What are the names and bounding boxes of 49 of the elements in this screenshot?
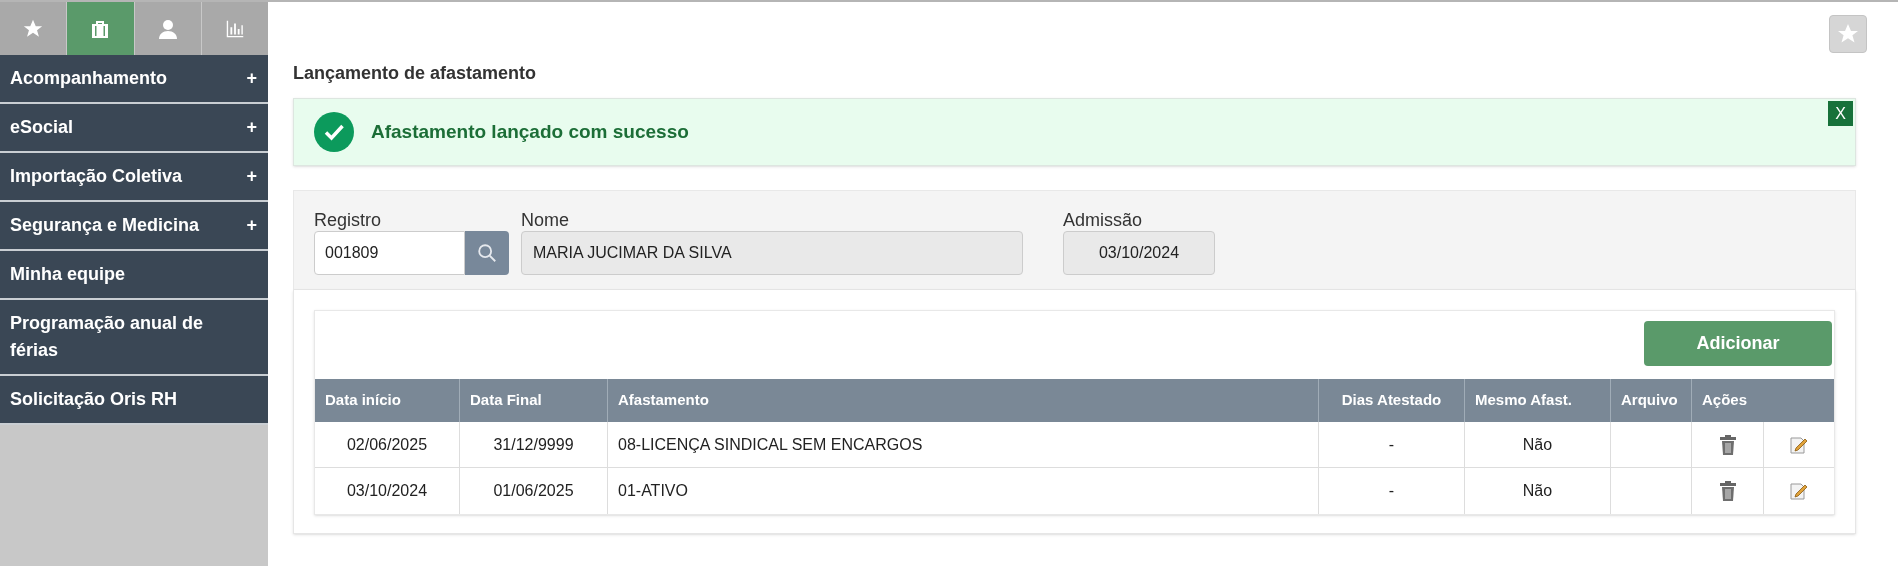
registro-field[interactable]: 001809 <box>314 231 465 275</box>
expand-icon: + <box>246 65 258 92</box>
sidebar-tab[interactable] <box>134 2 201 55</box>
table-cell: 08-LICENÇA SINDICAL SEM ENCARGOS <box>608 422 1319 467</box>
menu-item[interactable]: eSocial + <box>0 104 268 153</box>
field-label: Admissão <box>1063 209 1144 231</box>
nome-field[interactable]: MARIA JUCIMAR DA SILVA <box>521 231 1023 275</box>
menu-item[interactable]: Importação Coletiva + <box>0 153 268 202</box>
sidebar-tab[interactable] <box>0 2 67 55</box>
menu-item[interactable]: Minha equipe <box>0 251 268 300</box>
table-cell: 01/06/2025 <box>460 468 608 514</box>
favorite-button[interactable] <box>1829 15 1867 53</box>
column-header: Arquivo <box>1611 379 1692 422</box>
sidebar-tab[interactable] <box>201 2 268 55</box>
alert-message: Afastamento lançado com sucesso <box>371 119 689 144</box>
table-cell: - <box>1319 422 1465 467</box>
column-header: Mesmo Afast. <box>1465 379 1611 422</box>
search-icon <box>476 242 498 264</box>
delete-button[interactable] <box>1718 434 1737 455</box>
menu-item[interactable]: Segurança e Medicina + <box>0 202 268 251</box>
table-cell: 02/06/2025 <box>315 422 460 467</box>
table-cell: 01-ATIVO <box>608 468 1319 514</box>
delete-button[interactable] <box>1718 481 1737 501</box>
table-cell: Não <box>1465 422 1611 467</box>
expand-icon: + <box>246 114 258 141</box>
admissao-field[interactable]: 03/10/2024 <box>1063 231 1215 275</box>
sidebar-tab[interactable] <box>67 2 134 55</box>
field-label: Registro <box>314 209 383 231</box>
close-button[interactable]: X <box>1828 101 1853 126</box>
column-header: Dias Atestado <box>1319 379 1465 422</box>
column-header: Afastamento <box>608 379 1319 422</box>
page-title: Lançamento de afastamento <box>293 62 538 85</box>
expand-icon: + <box>246 212 258 239</box>
column-header: Ações <box>1701 390 1749 411</box>
menu-item[interactable]: Programação anual de férias <box>0 300 268 376</box>
column-header: Data Final <box>460 379 608 422</box>
expand-icon: + <box>246 163 258 190</box>
edit-button[interactable] <box>1789 481 1809 501</box>
menu-item[interactable]: Acompanhamento + <box>0 55 268 104</box>
menu-item[interactable]: Solicitação Oris RH <box>0 376 268 425</box>
table-cell: - <box>1319 468 1465 514</box>
edit-button[interactable] <box>1789 434 1809 455</box>
check-circle-icon <box>314 112 354 152</box>
table-cell: 03/10/2024 <box>315 468 460 514</box>
search-button[interactable] <box>465 231 509 275</box>
field-label: Nome <box>521 209 570 231</box>
column-header: Data início <box>315 379 460 422</box>
table-cell: Não <box>1465 468 1611 514</box>
table-cell: 31/12/9999 <box>460 422 608 467</box>
